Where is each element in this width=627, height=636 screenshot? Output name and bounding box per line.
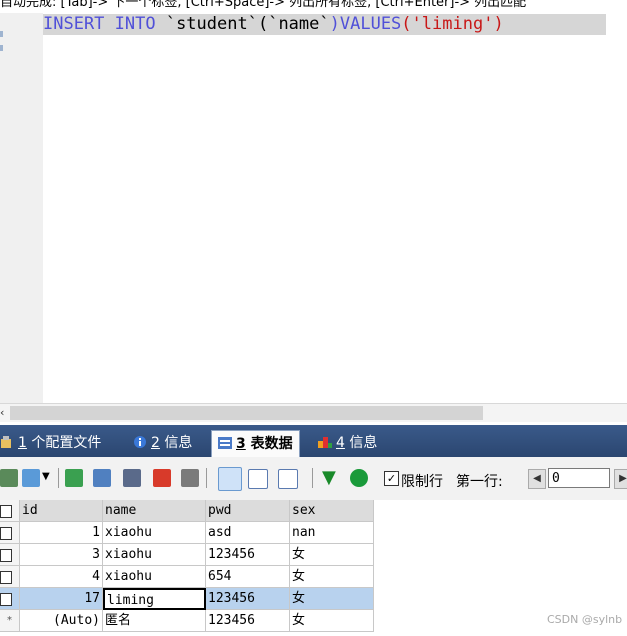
tab-number: 3 [236, 436, 246, 452]
duplicate-row-icon[interactable] [93, 469, 111, 487]
cell-name[interactable]: xiaohu [103, 544, 206, 566]
grid-view-icon[interactable] [0, 469, 18, 487]
tab-number: 4 [336, 435, 345, 451]
cell-pwd[interactable]: 123456 [206, 610, 290, 632]
first-row-label: 第一行: [456, 474, 503, 490]
sql-column-name: `name` [268, 14, 330, 34]
new-row-marker: * [0, 610, 20, 632]
tab-info-2[interactable]: 4 信息 [318, 431, 377, 455]
tab-number: 1 [18, 435, 27, 451]
sql-table-name: `student` [165, 14, 258, 34]
autocomplete-hint: 自动完成: [Tab]-> 下一个标签, [Ctrl+Space]-> 列出所有… [0, 0, 527, 9]
row-checkbox[interactable] [0, 522, 20, 544]
sql-keyword-values: VALUES [339, 14, 402, 34]
delete-icon[interactable] [153, 469, 171, 487]
toolbar-separator [58, 468, 59, 488]
form-mode-icon[interactable] [248, 469, 268, 489]
grid-mode-icon[interactable] [218, 467, 242, 491]
cell-id[interactable]: 4 [20, 566, 103, 588]
tab-label: 信息 [344, 435, 378, 451]
cell-pwd[interactable]: 123456 [206, 588, 290, 610]
limit-rows-label: 限制行 [401, 474, 443, 490]
toolbar-separator [312, 468, 313, 488]
sql-paren: ( [401, 14, 412, 34]
cell-sex[interactable]: 女 [290, 588, 374, 610]
sql-paren: ( [257, 14, 269, 34]
prev-page-icon[interactable]: ◀ [528, 469, 546, 489]
sql-keyword-insert: INSERT INTO [43, 14, 166, 34]
cell-sex[interactable]: 女 [290, 544, 374, 566]
cell-pwd[interactable]: 123456 [206, 544, 290, 566]
sql-editor[interactable]: INSERT INTO `student`(`name`)VALUES('lim… [43, 13, 627, 403]
cell-id[interactable]: 3 [20, 544, 103, 566]
discard-changes-icon[interactable] [181, 469, 199, 487]
line-marker [0, 31, 3, 37]
first-row-input[interactable]: 0 [548, 468, 610, 488]
table-row-selected[interactable]: 17 liming 123456 女 [0, 588, 376, 610]
config-file-icon [0, 433, 14, 448]
cell-sex[interactable]: nan [290, 522, 374, 544]
filter-icon[interactable]: ▼ [322, 469, 340, 487]
tab-label: 表数据 [245, 436, 293, 452]
cell-id[interactable]: (Auto) [20, 610, 103, 632]
column-header-sex[interactable]: sex [290, 500, 374, 522]
save-icon[interactable] [123, 469, 141, 487]
next-page-icon[interactable]: ▶ [614, 469, 627, 489]
editor-gutter [0, 13, 43, 403]
info-icon [133, 433, 147, 448]
column-header-pwd[interactable]: pwd [206, 500, 290, 522]
sql-string-value: 'liming' [411, 14, 494, 34]
result-tab-bar: 1 个配置文件 2 信息 3 表数据 4 信息 [0, 425, 627, 458]
cell-pwd[interactable]: asd [206, 522, 290, 544]
result-toolbar: ▼ ▼ ✓ 限制行 第一行: ◀ 0 ▶ [0, 457, 627, 500]
row-checkbox[interactable] [0, 588, 20, 610]
add-row-icon[interactable] [65, 469, 83, 487]
scroll-left-icon[interactable]: ‹ [0, 404, 9, 422]
text-mode-icon[interactable] [278, 469, 298, 489]
table-row[interactable]: 1 xiaohu asd nan [0, 522, 376, 544]
select-all-checkbox[interactable] [0, 500, 20, 522]
watermark: CSDN @sylnb [547, 613, 623, 626]
tab-config-files[interactable]: 1 个配置文件 [0, 431, 101, 455]
chart-info-icon [318, 433, 332, 448]
table-header-row: id name pwd sex [0, 500, 376, 522]
limit-rows-checkbox[interactable]: ✓ [384, 471, 399, 486]
column-header-id[interactable]: id [20, 500, 103, 522]
cell-id[interactable]: 1 [20, 522, 103, 544]
cell-name[interactable]: xiaohu [103, 522, 206, 544]
row-checkbox[interactable] [0, 566, 20, 588]
refresh-icon[interactable] [350, 469, 368, 487]
table-data-icon [218, 433, 232, 449]
row-checkbox[interactable] [0, 544, 20, 566]
tab-label: 信息 [159, 435, 193, 451]
tab-info[interactable]: 2 信息 [133, 431, 192, 455]
line-marker [0, 45, 3, 51]
toolbar-separator [206, 468, 207, 488]
table-row[interactable]: 4 xiaohu 654 女 [0, 566, 376, 588]
scrollbar-thumb[interactable] [10, 406, 483, 420]
tab-number: 2 [151, 435, 160, 451]
cell-id[interactable]: 17 [20, 588, 103, 610]
chevron-down-icon[interactable]: ▼ [42, 471, 50, 482]
table-row[interactable]: 3 xiaohu 123456 女 [0, 544, 376, 566]
export-dropdown-icon[interactable] [22, 469, 40, 487]
table-row-new[interactable]: * (Auto) 匿名 123456 女 [0, 610, 376, 632]
cell-sex[interactable]: 女 [290, 566, 374, 588]
tab-label: 个配置文件 [26, 435, 102, 451]
tab-table-data[interactable]: 3 表数据 [211, 430, 300, 458]
column-header-name[interactable]: name [103, 500, 206, 522]
cell-sex[interactable]: 女 [290, 610, 374, 632]
sql-paren: ) [493, 14, 504, 34]
horizontal-scrollbar[interactable]: ‹ [0, 403, 627, 422]
sql-query-line[interactable]: INSERT INTO `student`(`name`)VALUES('lim… [43, 14, 606, 35]
cell-name-focused[interactable]: liming [103, 588, 206, 610]
cell-pwd[interactable]: 654 [206, 566, 290, 588]
sql-paren: ) [329, 14, 340, 34]
cell-name[interactable]: xiaohu [103, 566, 206, 588]
cell-name[interactable]: 匿名 [103, 610, 206, 632]
